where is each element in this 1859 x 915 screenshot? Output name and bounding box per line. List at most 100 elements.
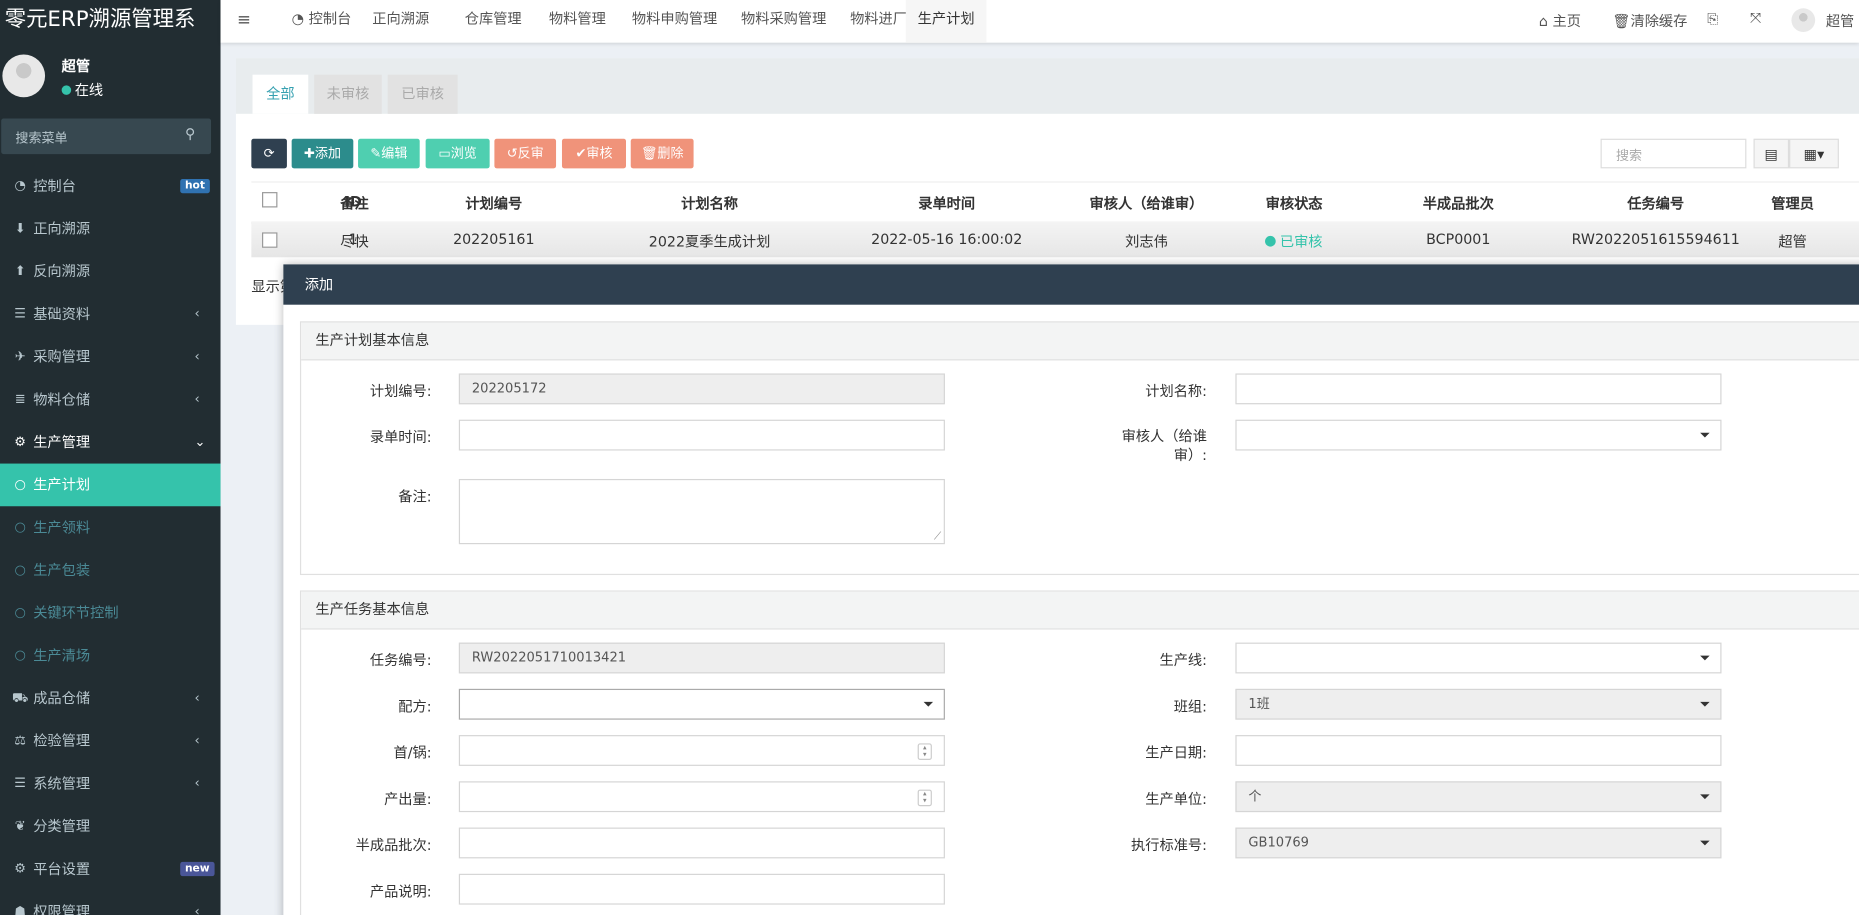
sidebar-item-label: 平台设置 (33, 860, 91, 878)
tab-reviewed[interactable]: 已审核 (387, 74, 458, 114)
plane-icon: ✈ (14, 348, 26, 364)
batch-input[interactable] (458, 827, 945, 859)
spinner-icon[interactable]: ▴ ▾ (917, 743, 932, 760)
menu-toggle-icon[interactable]: ≡ (237, 11, 251, 30)
review-button[interactable]: ✔审核 (561, 138, 626, 169)
refresh-button[interactable]: ⟳ (251, 138, 287, 169)
sidebar-item-label: 生产清场 (33, 647, 91, 664)
sidebar-item-label: 分类管理 (33, 818, 91, 835)
menu-search-input[interactable]: 搜索菜单 ⚲ (1, 118, 212, 155)
section-title: 生产任务基本信息 (301, 591, 1859, 630)
plan-no-input[interactable]: 202205172 (458, 373, 945, 405)
standard-select[interactable]: GB10769 (1235, 827, 1722, 859)
sidebar-item[interactable]: ○ 生产计划 (0, 463, 221, 507)
sidebar-item[interactable]: ☰ 系统管理 ‹ (0, 762, 221, 805)
sidebar-item[interactable]: ⬆ 反向溯源 (0, 250, 221, 293)
remark-textarea[interactable]: ⟋ (458, 478, 945, 545)
plan-name-input[interactable] (1235, 373, 1722, 405)
top-tab[interactable]: 仓库管理 (453, 0, 534, 43)
sidebar-item[interactable]: ⚙ 生产管理 ⌄ (0, 421, 221, 464)
sidebar-item[interactable]: ⛟ 成品仓储 ‹ (0, 677, 221, 720)
task-no-input[interactable]: RW2022051710013421 (458, 642, 945, 674)
sidebar-item-label: 检验管理 (33, 732, 91, 750)
column-header: 备注 (340, 195, 369, 213)
chevron-down-icon (1700, 432, 1710, 438)
home-link[interactable]: ⌂ 主页 (1539, 11, 1581, 31)
description-input[interactable] (458, 873, 945, 905)
sidebar-item[interactable]: ○ 生产领料 (0, 506, 221, 549)
production-date-input[interactable] (1235, 735, 1722, 766)
delete-button[interactable]: 🗑删除 (630, 138, 694, 169)
plan-info-section: 生产计划基本信息 计划编号: 202205172 计划名称: 录单时间: 审核人… (299, 321, 1859, 576)
chevron-down-icon (1700, 840, 1710, 846)
formula-select[interactable] (458, 688, 945, 720)
search-placeholder: 搜索菜单 (15, 130, 68, 146)
sidebar-item[interactable]: ⚖ 检验管理 ‹ (0, 720, 221, 763)
sidebar-item[interactable]: ≣ 物料仓储 ‹ (0, 378, 221, 421)
chevron-down-icon (1700, 701, 1710, 707)
table-cell: 2022夏季生成计划 (648, 233, 771, 251)
sidebar-item[interactable]: ✈ 采购管理 ‹ (0, 336, 221, 379)
top-user-name[interactable]: 超管 (1826, 11, 1854, 31)
top-tab[interactable]: 正向溯源 (360, 0, 441, 43)
standard-label: 执行标准号: (1131, 837, 1207, 854)
search-icon[interactable]: ⚲ (185, 126, 195, 143)
sidebar-item[interactable]: ☗ 权限管理 ‹ (0, 890, 221, 915)
reviewer-select[interactable] (1235, 419, 1722, 451)
users-icon: ☗ (14, 903, 27, 915)
unit-label: 生产单位: (1145, 790, 1207, 808)
sidebar-item[interactable]: ○ 关键环节控制 (0, 592, 221, 635)
column-header: 计划名称 (681, 195, 739, 213)
user-name: 超管 (61, 58, 91, 75)
balance-icon: ⚖ (14, 732, 27, 749)
production-line-select[interactable] (1235, 642, 1722, 674)
add-button[interactable]: ✚添加 (291, 138, 354, 169)
add-dialog: 添加 生产计划基本信息 计划编号: 202205172 计划名称: 录单时间: … (283, 264, 1859, 915)
status-text: 在线 (74, 81, 104, 99)
sidebar-item[interactable]: ⚙ 平台设置 new (0, 848, 221, 891)
top-navbar: ≡ ◔ 控制台 正向溯源 仓库管理 物料管理 物料申购管理 物料采购管理 物料进厂 生产计划 … (220, 0, 1859, 43)
language-icon[interactable]: ⎘ (1707, 11, 1718, 29)
record-time-input[interactable] (458, 419, 945, 451)
sidebar-item[interactable]: ☰ 基础资料 ‹ (0, 293, 221, 336)
sidebar-item-label: 权限管理 (33, 903, 91, 915)
output-input[interactable]: ▴ ▾ (458, 781, 945, 813)
team-select[interactable]: 1班 (1235, 688, 1722, 720)
columns-dropdown-button[interactable]: ▦▾ (1789, 138, 1839, 169)
plan-no-label: 计划编号: (369, 382, 432, 400)
sidebar-item-label: 生产领料 (33, 519, 91, 536)
description-label: 产品说明: (369, 883, 432, 900)
view-button[interactable]: ▭浏览 (425, 138, 490, 169)
unit-select[interactable]: 个 (1235, 781, 1722, 813)
clear-cache-link[interactable]: 🗑清除缓存 (1612, 11, 1687, 31)
top-tab[interactable]: 生产计划 (905, 0, 987, 43)
toggle-view-button[interactable]: ▤ (1753, 138, 1790, 169)
top-tab[interactable]: 物料申购管理 (620, 0, 729, 43)
per-pot-input[interactable]: ▴ ▾ (458, 735, 945, 766)
sidebar-item[interactable]: ○ 生产包装 (0, 549, 221, 592)
table-search-input[interactable]: 搜索 (1600, 138, 1747, 169)
sidebar-item[interactable]: ❦ 分类管理 (0, 805, 221, 848)
dashboard-icon: ◔ (291, 10, 309, 28)
binoculars-icon: ⛟ (11, 690, 29, 706)
chevron-icon: ‹ (194, 732, 200, 749)
resize-handle-icon: ⟋ (933, 531, 942, 544)
spinner-icon[interactable]: ▴ ▾ (917, 789, 932, 807)
chevron-icon: ‹ (194, 305, 200, 322)
chevron-down-icon (1700, 794, 1710, 800)
fullscreen-icon[interactable]: ⤧ (1750, 9, 1761, 27)
tab-all[interactable]: 全部 (252, 74, 309, 114)
edit-button[interactable]: ✎编辑 (358, 138, 420, 169)
top-tab[interactable]: 物料管理 (537, 0, 618, 43)
sidebar-item[interactable]: ○ 生产清场 (0, 634, 221, 677)
reviewer-label: 审核人（给谁审）: (1121, 428, 1207, 464)
per-pot-label: 首/锅: (393, 744, 432, 762)
clear-cache-label: 清除缓存 (1630, 13, 1688, 30)
chevron-down-icon (1700, 655, 1710, 661)
top-tab[interactable]: 物料采购管理 (729, 0, 838, 43)
top-avatar[interactable] (1791, 8, 1816, 33)
top-tab[interactable]: ◔ 控制台 (280, 0, 363, 43)
tab-unreviewed[interactable]: 未审核 (314, 74, 382, 114)
sidebar-item-label: 生产管理 (33, 433, 91, 451)
unreview-button[interactable]: ↺反审 (494, 138, 557, 169)
